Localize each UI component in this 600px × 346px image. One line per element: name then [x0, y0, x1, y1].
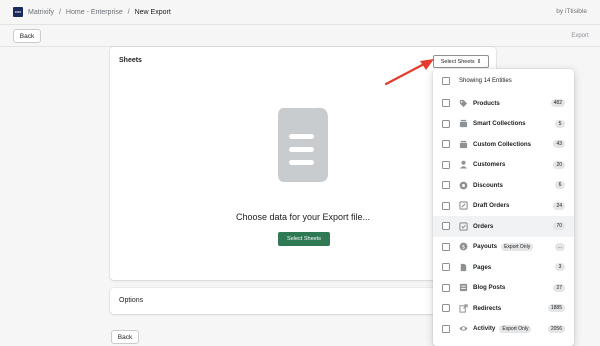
chevron-updown-icon: ⇕ [476, 58, 482, 65]
entity-row-discounts[interactable]: Discounts 6 [433, 175, 574, 196]
checkbox[interactable] [442, 99, 450, 108]
person-icon [459, 160, 468, 169]
entity-row-activity[interactable]: Activity Export Only 2056 [433, 319, 574, 340]
entity-row-payouts[interactable]: $ Payouts Export Only ... [433, 237, 574, 258]
app-logo: CSV [13, 7, 23, 17]
entity-label: Discounts [473, 181, 503, 189]
collection-icon [459, 140, 468, 149]
checkbox[interactable] [442, 263, 450, 272]
breadcrumb-separator: / [59, 8, 61, 16]
entity-row-redirects[interactable]: Redirects 1885 [433, 298, 574, 319]
entity-label: Blog Posts [473, 284, 506, 292]
checkbox[interactable] [442, 181, 450, 190]
entity-count-badge: 3 [555, 263, 565, 271]
document-icon [276, 104, 328, 184]
breadcrumb-current: New Export [134, 8, 171, 16]
entity-row-orders[interactable]: Orders 70 [433, 216, 574, 237]
entity-label: Customers [473, 161, 506, 169]
entity-row-draft-orders[interactable]: Draft Orders 24 [433, 196, 574, 217]
entity-label: Activity [473, 325, 496, 333]
breadcrumb: Matrixify / Home - Enterprise / New Expo… [28, 9, 171, 16]
entity-count-badge: 5 [555, 119, 565, 128]
top-bar: CSV Matrixify / Home - Enterprise / New … [0, 0, 600, 25]
entity-row-customers[interactable]: Customers 20 [433, 155, 574, 176]
select-sheets-button-primary[interactable]: Select Sheets [278, 232, 330, 246]
breadcrumb-separator: / [127, 8, 130, 16]
orders-icon [459, 222, 468, 231]
entity-row-blog-posts[interactable]: Blog Posts 27 [433, 278, 574, 299]
page-icon [459, 263, 468, 272]
entity-label: Draft Orders [473, 202, 510, 210]
checkbox[interactable] [442, 242, 450, 251]
entity-count-badge: 20 [553, 160, 565, 169]
checkbox[interactable] [442, 324, 450, 333]
export-button[interactable]: Export [566, 29, 594, 43]
checkbox[interactable] [442, 140, 450, 149]
entity-count-badge: ... [554, 242, 565, 251]
entity-row-custom-collections[interactable]: Custom Collections 43 [433, 134, 574, 155]
checkbox[interactable] [442, 222, 450, 231]
entity-count-badge: 27 [553, 283, 565, 292]
entity-label: Smart Collections [473, 120, 526, 128]
export-only-tag: Export Only [501, 242, 534, 251]
entity-count-badge: 2056 [547, 324, 565, 333]
entity-label: Redirects [473, 304, 502, 312]
redirect-icon [459, 304, 468, 313]
checkbox[interactable] [442, 119, 450, 128]
select-all-checkbox[interactable] [442, 77, 450, 86]
annotation-arrow-icon [384, 59, 434, 86]
blog-icon [459, 283, 468, 292]
breadcrumb-matrixify[interactable]: Matrixify [28, 9, 54, 16]
entity-label: Payouts [473, 243, 498, 251]
entity-count-badge: 482 [550, 99, 565, 107]
entity-label: Pages [473, 263, 492, 271]
svg-text:$: $ [462, 245, 465, 251]
entity-label: Products [473, 99, 500, 107]
tag-icon [459, 99, 468, 108]
entity-count-badge: 43 [553, 140, 565, 148]
collection-icon [459, 119, 468, 128]
checkbox[interactable] [442, 304, 450, 313]
entity-count-badge: 24 [553, 201, 565, 210]
breadcrumb-home[interactable]: Home - Enterprise [66, 9, 123, 16]
draft-icon [459, 201, 468, 210]
entity-label: Orders [473, 222, 494, 230]
select-sheets-dropdown-button[interactable]: Select Sheets ⇕ [433, 55, 489, 68]
dropdown-header[interactable]: Showing 14 Entities [433, 71, 574, 92]
entity-count-badge: 6 [555, 181, 565, 189]
checkbox[interactable] [442, 283, 450, 292]
sheets-title: Sheets [119, 57, 142, 64]
byline[interactable]: by iTtisible [556, 8, 587, 15]
entity-row-smart-collections[interactable]: Smart Collections 5 [433, 114, 574, 135]
entity-label: Custom Collections [473, 140, 532, 148]
back-button-bottom[interactable]: Back [111, 330, 139, 344]
entity-row-products[interactable]: Products 482 [433, 93, 574, 114]
discount-icon [459, 181, 468, 190]
entity-count-badge: 70 [553, 222, 565, 230]
action-bar: Back Export [0, 25, 600, 47]
entities-count-label: Showing 14 Entities [459, 78, 512, 85]
back-button-top[interactable]: Back [13, 29, 41, 43]
sheets-dropdown: Showing 14 Entities Products 482 Smart C… [433, 69, 574, 346]
select-sheets-label: Select Sheets [440, 58, 475, 65]
dollar-icon: $ [459, 242, 468, 251]
options-title: Options [119, 297, 144, 304]
checkbox[interactable] [442, 201, 450, 210]
eye-icon [459, 324, 468, 333]
entity-count-badge: 1885 [547, 304, 565, 312]
checkbox[interactable] [442, 160, 450, 169]
export-only-tag: Export Only [499, 324, 532, 333]
entity-row-pages[interactable]: Pages 3 [433, 257, 574, 278]
